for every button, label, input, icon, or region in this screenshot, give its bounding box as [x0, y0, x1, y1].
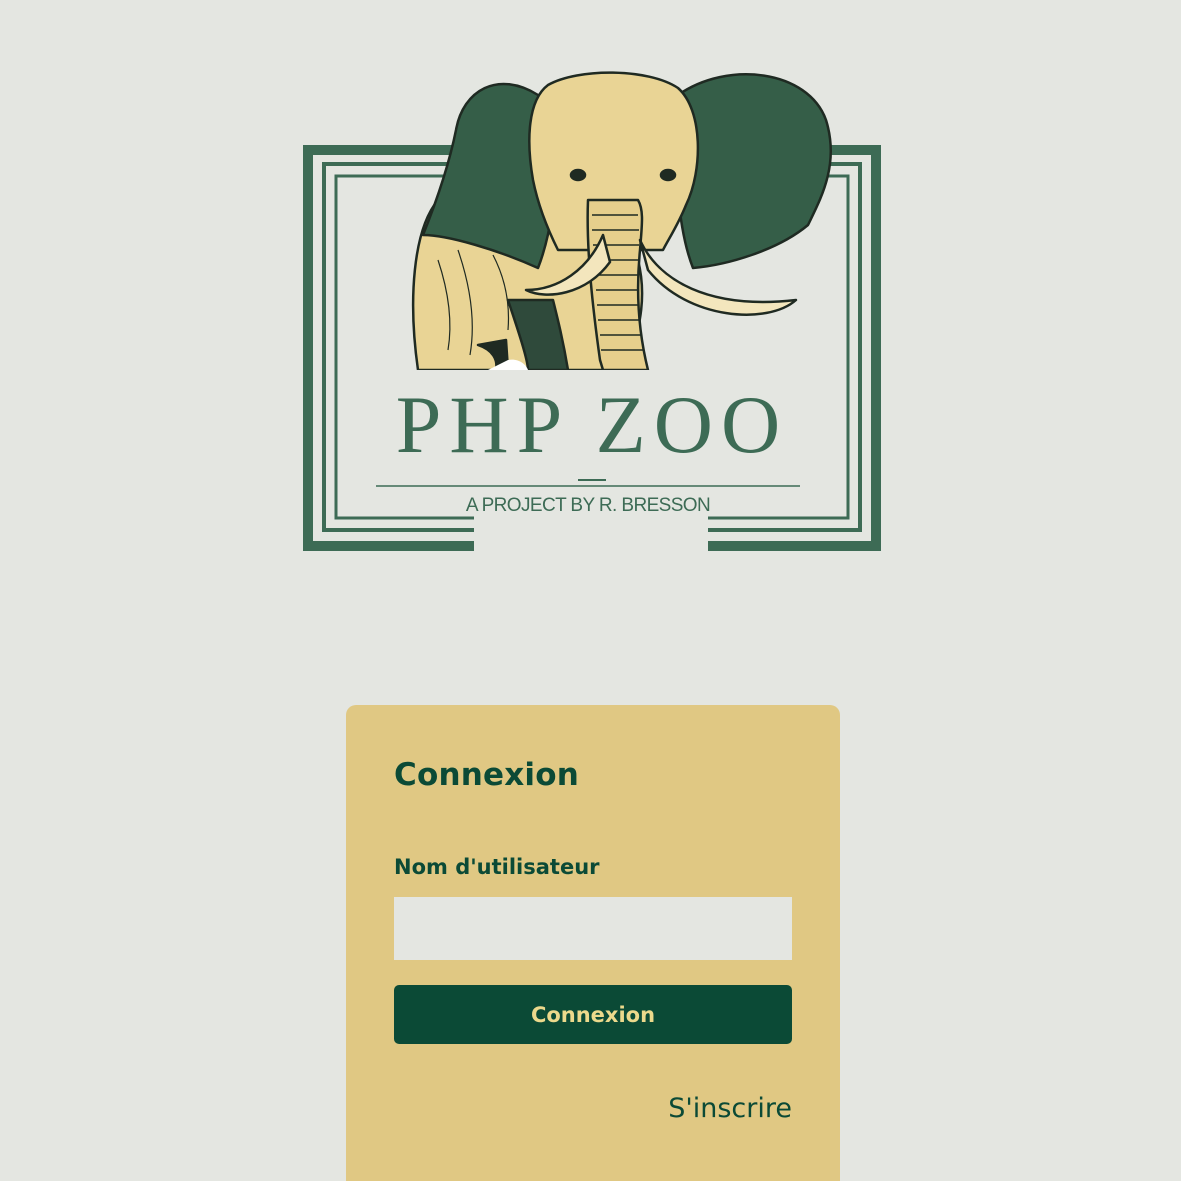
login-button[interactable]: Connexion: [394, 985, 792, 1044]
login-page: PHP ZOO A PROJECT BY R. BRESSON Connexio…: [0, 0, 1181, 1181]
logo-base: [338, 370, 846, 374]
logo-title: PHP ZOO: [396, 379, 788, 470]
logo-panel: PHP ZOO A PROJECT BY R. BRESSON: [208, 0, 952, 690]
username-input[interactable]: [394, 897, 792, 960]
login-card: Connexion Nom d'utilisateur Connexion S'…: [346, 705, 840, 1181]
elephant-illustration: [411, 71, 832, 372]
register-link[interactable]: S'inscrire: [668, 1093, 792, 1124]
php-zoo-logo: PHP ZOO A PROJECT BY R. BRESSON: [303, 71, 881, 551]
username-label: Nom d'utilisateur: [394, 855, 600, 879]
logo-subtitle: A PROJECT BY R. BRESSON: [466, 495, 710, 516]
login-title: Connexion: [394, 757, 579, 793]
